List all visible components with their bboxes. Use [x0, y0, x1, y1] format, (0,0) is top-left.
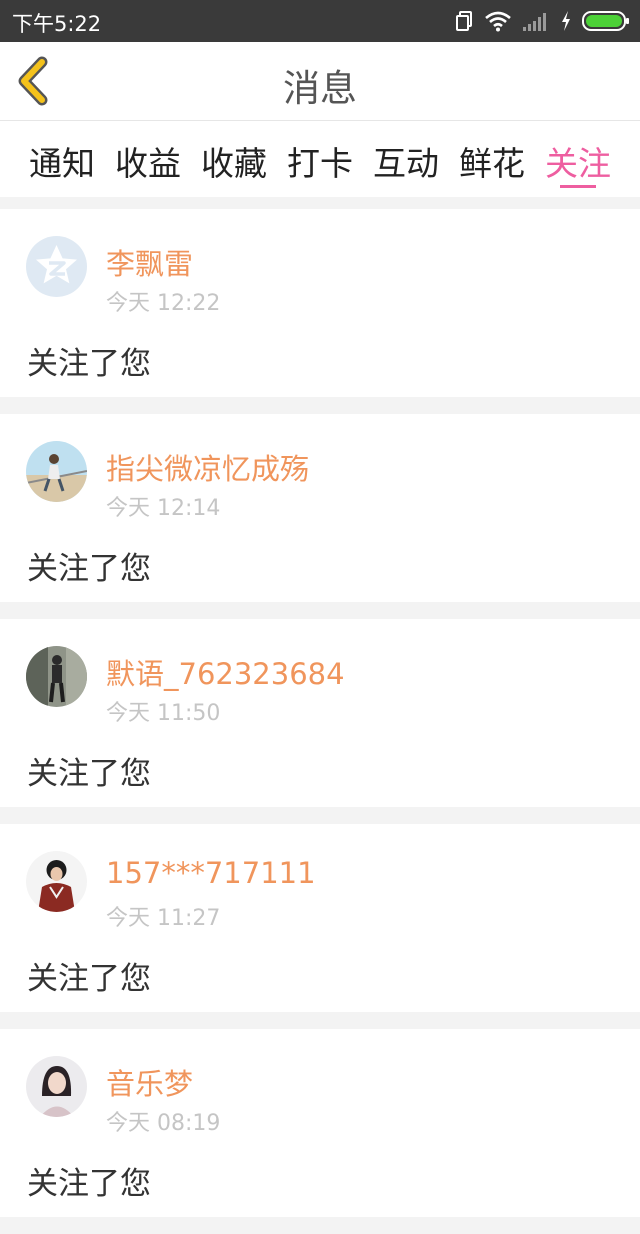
tab-follow[interactable]: 关注	[538, 137, 618, 185]
tab-notifications[interactable]: 通知	[22, 137, 102, 185]
avatar[interactable]	[26, 646, 87, 707]
message-text: 关注了您	[27, 551, 151, 587]
active-tab-indicator	[560, 185, 596, 188]
status-bar: 下午5:22	[0, 0, 640, 42]
tab-earnings[interactable]: 收益	[108, 137, 188, 185]
dual-sim-icon	[456, 11, 474, 31]
tab-checkin[interactable]: 打卡	[280, 137, 360, 185]
user-name[interactable]: 指尖微凉忆成殇	[106, 446, 309, 488]
photo-avatar-icon	[26, 1056, 87, 1117]
message-text: 关注了您	[27, 346, 151, 382]
user-name[interactable]: 音乐梦	[106, 1061, 193, 1103]
message-list: 李飘雷 今天 12:22 关注了您 指尖微凉忆成殇 今天 12:14 关注了您	[0, 209, 640, 1234]
avatar[interactable]	[26, 851, 87, 912]
message-time: 今天 11:27	[106, 906, 221, 931]
user-name[interactable]: 默语_762323684	[106, 651, 345, 693]
message-text: 关注了您	[27, 961, 151, 997]
status-icons	[456, 7, 630, 35]
photo-avatar-icon	[26, 851, 87, 912]
list-item[interactable]: 音乐梦 今天 08:19 关注了您	[0, 1029, 640, 1217]
message-time: 今天 12:14	[106, 496, 221, 521]
photo-avatar-icon	[26, 441, 87, 502]
avatar[interactable]	[26, 236, 87, 297]
nav-bar: 消息	[0, 42, 640, 121]
wifi-icon	[484, 10, 512, 32]
battery-icon	[582, 10, 630, 32]
list-item[interactable]: 157***717111 今天 11:27 关注了您	[0, 824, 640, 1012]
message-text: 关注了您	[27, 1166, 151, 1202]
photo-avatar-icon	[26, 646, 87, 707]
tab-flowers[interactable]: 鲜花	[452, 137, 532, 185]
list-item[interactable]: 指尖微凉忆成殇 今天 12:14 关注了您	[0, 414, 640, 602]
message-time: 今天 11:50	[106, 701, 221, 726]
message-time: 今天 12:22	[106, 291, 221, 316]
qq-default-avatar-icon	[26, 236, 87, 297]
message-text: 关注了您	[27, 756, 151, 792]
tab-bar: 通知 收益 收藏 打卡 互动 鲜花 关注	[0, 121, 640, 197]
avatar[interactable]	[26, 441, 87, 502]
signal-icon	[522, 10, 550, 32]
user-name[interactable]: 李飘雷	[106, 241, 193, 283]
avatar[interactable]	[26, 1056, 87, 1117]
user-name[interactable]: 157***717111	[106, 856, 316, 890]
list-item[interactable]: 李飘雷 今天 12:22 关注了您	[0, 209, 640, 397]
list-item[interactable]: 默语_762323684 今天 11:50 关注了您	[0, 619, 640, 807]
tab-favorites[interactable]: 收藏	[194, 137, 274, 185]
message-time: 今天 08:19	[106, 1111, 221, 1136]
tab-interaction[interactable]: 互动	[366, 137, 446, 185]
charging-icon	[560, 10, 572, 32]
page-title: 消息	[283, 67, 357, 110]
status-time: 下午5:22	[12, 12, 102, 36]
